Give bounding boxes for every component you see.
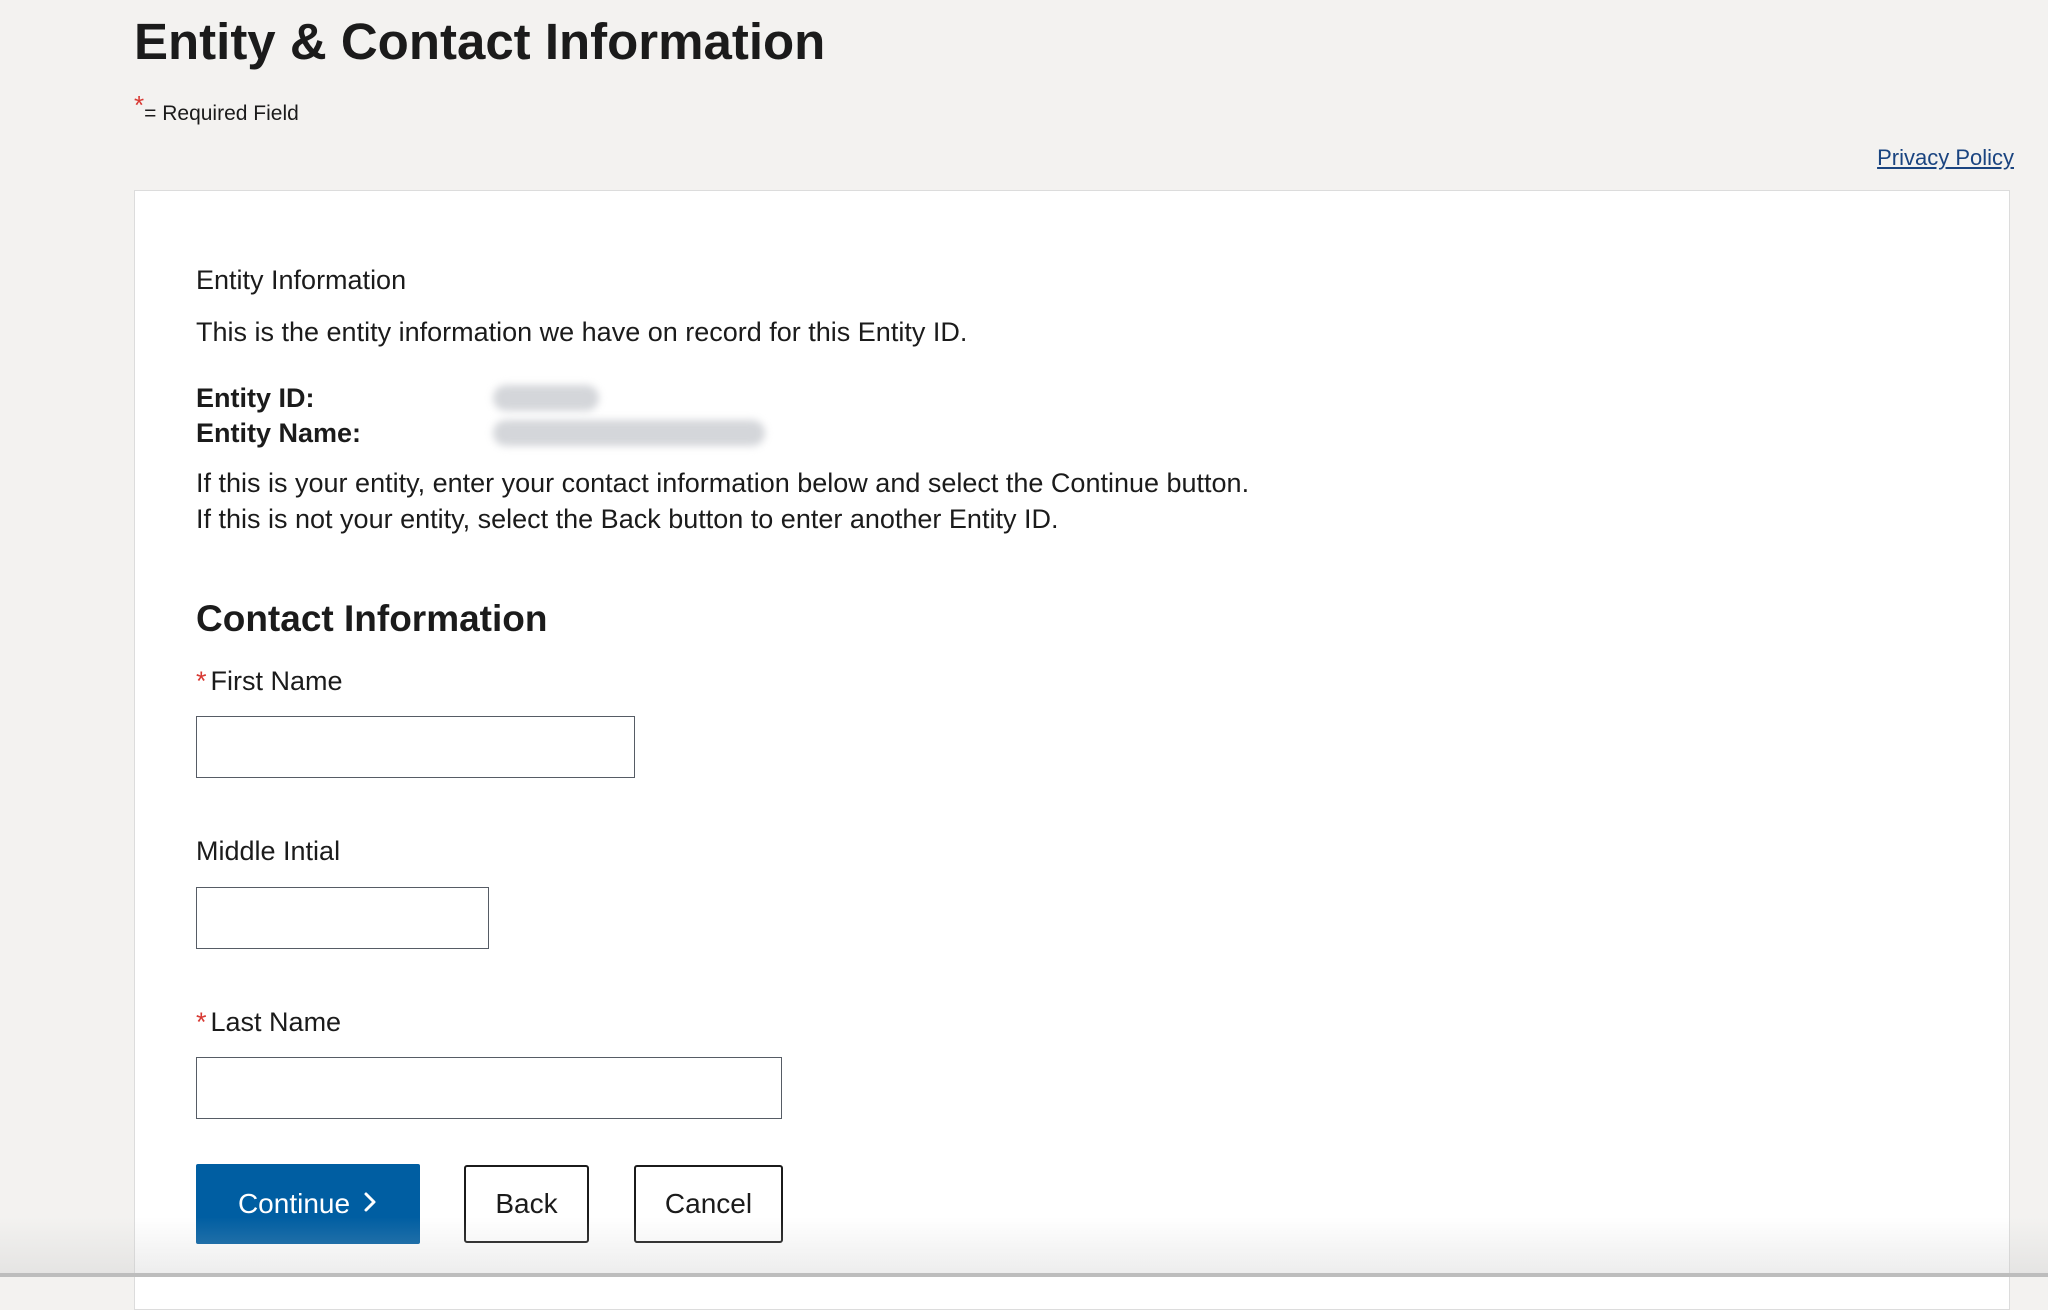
back-button[interactable]: Back [464, 1165, 589, 1243]
required-legend-text: = Required Field [144, 102, 299, 125]
bottom-edge [0, 1273, 2048, 1277]
instruction-line: If this is your entity, enter your conta… [196, 468, 1250, 498]
middle-initial-label: Middle Intial [196, 836, 341, 866]
entity-intro-text: This is the entity information we have o… [196, 317, 968, 347]
entity-name-value-redacted [493, 420, 765, 446]
form-card: Entity Information This is the entity in… [134, 190, 2010, 1310]
first-name-label-text: First Name [210, 666, 343, 696]
chevron-right-icon [362, 1188, 378, 1220]
page-title: Entity & Contact Information [134, 13, 826, 70]
continue-button[interactable]: Continue [196, 1164, 420, 1244]
first-name-input[interactable] [196, 716, 635, 778]
contact-information-heading: Contact Information [196, 598, 548, 639]
privacy-policy-link[interactable]: Privacy Policy [1877, 145, 2014, 171]
last-name-label: * Last Name [196, 1005, 341, 1039]
last-name-label-text: Last Name [210, 1007, 342, 1037]
entity-instructions: If this is your entity, enter your conta… [196, 465, 1249, 537]
required-star: * [196, 666, 207, 696]
required-field-legend: *= Required Field [134, 92, 299, 127]
last-name-input[interactable] [196, 1057, 782, 1119]
required-star: * [134, 90, 145, 120]
continue-button-label: Continue [237, 1188, 351, 1219]
entity-id-value-redacted [493, 385, 599, 411]
middle-initial-input[interactable] [196, 887, 489, 949]
instruction-line: If this is not your entity, select the B… [196, 504, 1059, 534]
entity-id-label: Entity ID: [196, 383, 315, 413]
first-name-label: * First Name [196, 664, 343, 698]
required-star: * [196, 1007, 207, 1037]
entity-information-label: Entity Information [196, 265, 407, 295]
cancel-button[interactable]: Cancel [634, 1165, 783, 1243]
entity-name-label: Entity Name: [196, 418, 362, 448]
